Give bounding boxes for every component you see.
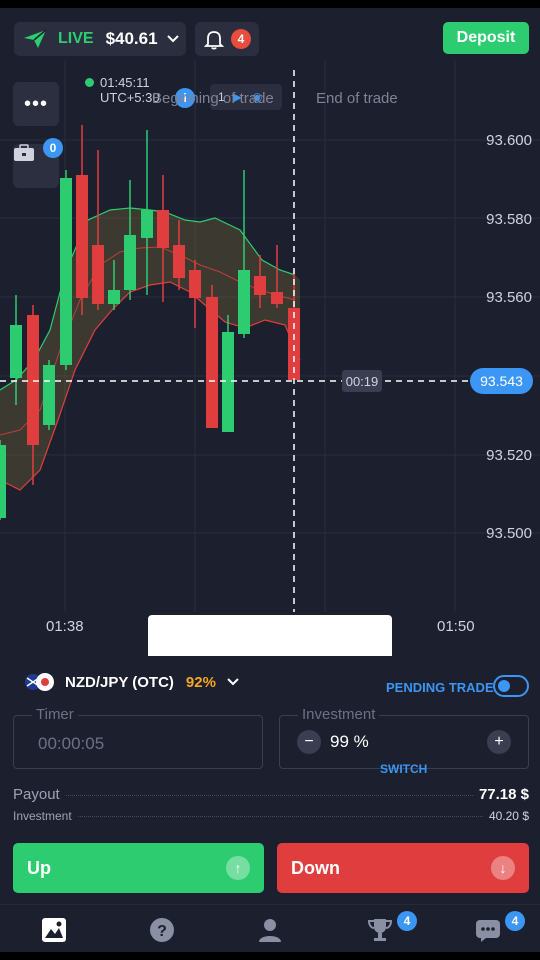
trading-app: LIVE $40.61 4 Deposit ••• 0 01:45:11 UTC…: [0, 8, 540, 952]
bell-icon: [203, 31, 225, 50]
tournaments-badge: 4: [397, 911, 417, 931]
asset-selector[interactable]: NZD/JPY (OTC) 92%: [24, 672, 240, 692]
candle-body: [76, 175, 88, 298]
arrow-up-icon: ↑: [226, 856, 250, 880]
investment-value: 99 %: [330, 732, 369, 751]
nav-chat[interactable]: 4: [475, 911, 525, 943]
trophy-icon: [367, 919, 393, 941]
top-bar: LIVE $40.61 4 Deposit: [0, 8, 540, 68]
timer-value: 00:00:05: [38, 734, 105, 753]
candle-body: [254, 276, 266, 295]
y-tick-label: 93.520: [486, 447, 532, 464]
timer-label: Timer: [32, 706, 78, 723]
timer-field[interactable]: Timer 00:00:05: [13, 706, 263, 769]
asset-name: NZD/JPY (OTC): [65, 673, 174, 691]
y-tick-label: 93.500: [486, 525, 532, 542]
image-chart-icon: [42, 918, 66, 942]
pending-trade-toggle[interactable]: [493, 675, 529, 697]
help-icon: ?: [150, 918, 174, 942]
payout-label: Payout: [13, 786, 60, 803]
candle-body: [206, 297, 218, 428]
investment-row-label: Investment: [13, 809, 72, 823]
asset-payout-percent: 92%: [185, 673, 216, 691]
online-dot: [85, 78, 94, 87]
candle-body: [238, 270, 250, 334]
candle-body: [222, 332, 234, 432]
y-tick-label: 93.580: [486, 211, 532, 228]
decrease-investment-button[interactable]: −: [297, 730, 321, 754]
chevron-down-icon: [166, 35, 179, 43]
down-label: Down: [291, 857, 340, 878]
candle-body: [124, 235, 136, 290]
y-tick-label: 93.600: [486, 132, 532, 149]
candle-body: [157, 210, 169, 248]
beginning-of-trade-label: Beginning of trade: [152, 90, 274, 107]
candlestick-plot: [0, 60, 540, 612]
nav-profile[interactable]: [257, 917, 283, 943]
dots-icon: •••: [23, 93, 48, 115]
briefcase-icon: [14, 144, 34, 161]
candle-body: [0, 445, 6, 518]
expiry-countdown: 00:19: [342, 370, 382, 392]
candle-body: [60, 178, 72, 365]
candle-body: [108, 290, 120, 304]
nav-tournaments[interactable]: 4: [367, 911, 417, 943]
chat-badge: 4: [505, 911, 525, 931]
clock-timezone: UTC+5:30: [100, 90, 160, 105]
candle-body: [271, 292, 283, 304]
clock-time: 01:45:11: [100, 75, 150, 90]
up-label: Up: [27, 857, 51, 878]
candle-body: [141, 210, 153, 238]
current-price-tag: 93.543: [470, 368, 533, 394]
user-icon: [259, 919, 281, 942]
dotted-divider: [77, 816, 483, 817]
increase-investment-button[interactable]: +: [487, 730, 511, 754]
notifications-button[interactable]: 4: [195, 22, 259, 56]
x-tick-label: 01:38: [46, 618, 84, 635]
bottom-nav: ? 4 4: [0, 904, 540, 952]
x-tick-label: 01:50: [437, 618, 475, 635]
investment-row: Investment 40.20 $: [13, 809, 529, 823]
chevron-down-icon: [227, 678, 239, 686]
down-button[interactable]: Down ↓: [277, 843, 529, 893]
chat-icon: [476, 920, 500, 942]
up-button[interactable]: Up ↑: [13, 843, 264, 893]
portfolio-badge: 0: [43, 138, 63, 158]
deposit-button[interactable]: Deposit: [443, 22, 529, 54]
arrow-down-icon: ↓: [491, 856, 515, 880]
nav-chart[interactable]: [41, 917, 67, 943]
trade-panel: NZD/JPY (OTC) 92% PENDING TRADE Timer 00…: [0, 656, 540, 904]
candle-body: [173, 245, 185, 278]
account-balance: $40.61: [105, 29, 158, 48]
investment-label: Investment: [298, 706, 380, 723]
payout-value: 77.18 $: [478, 786, 529, 803]
portfolio-button[interactable]: 0: [13, 138, 63, 188]
notifications-badge: 4: [231, 29, 251, 49]
candle-body: [92, 245, 104, 304]
svg-text:?: ?: [157, 923, 167, 940]
candle-body: [189, 270, 201, 298]
server-clock: 01:45:11 UTC+5:30: [85, 75, 160, 105]
candle-body: [10, 325, 22, 378]
end-of-trade-label: End of trade: [316, 90, 398, 107]
pending-trade-label: PENDING TRADE: [386, 680, 494, 695]
switch-button[interactable]: SWITCH: [380, 762, 427, 776]
investment-field[interactable]: Investment − 99 % +: [279, 706, 529, 769]
paper-plane-icon: [24, 29, 47, 48]
currency-flags-icon: [24, 672, 56, 692]
price-chart[interactable]: ••• 0 01:45:11 UTC+5:30 i 1 ▶ ◉ Beginnin…: [0, 60, 540, 650]
account-mode: LIVE: [58, 30, 94, 47]
y-tick-label: 93.560: [486, 289, 532, 306]
toggle-knob: [498, 680, 510, 692]
nav-help[interactable]: ?: [149, 917, 175, 943]
candle-body: [43, 365, 55, 425]
dotted-divider: [65, 795, 473, 796]
payout-row: Payout 77.18 $: [13, 786, 529, 803]
menu-button[interactable]: •••: [13, 82, 59, 126]
candle-body: [27, 315, 39, 445]
account-switcher[interactable]: LIVE $40.61: [14, 22, 186, 56]
investment-row-value: 40.20 $: [488, 809, 529, 823]
